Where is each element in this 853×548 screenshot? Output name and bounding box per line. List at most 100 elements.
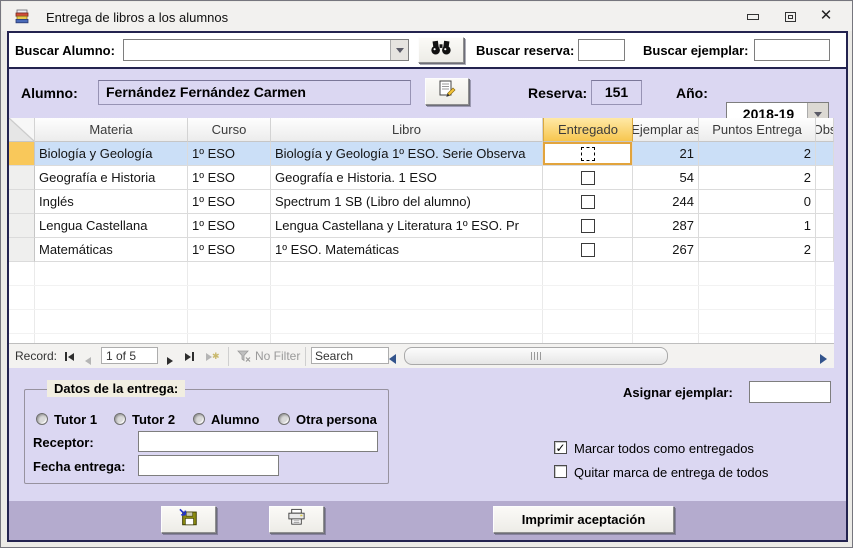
search-records-input[interactable] (311, 347, 389, 364)
table-row: Biología y Geología1º ESOBiología y Geol… (9, 142, 834, 166)
marcar-checkbox[interactable]: ✓ (554, 441, 567, 454)
entregado-checkbox[interactable] (581, 219, 595, 233)
cell-ejemplar-asignado[interactable]: 267 (633, 238, 699, 262)
cell-curso[interactable]: 1º ESO (188, 214, 271, 238)
restore-button[interactable] (776, 7, 804, 27)
frame-bottom (7, 540, 848, 542)
cell-observaciones[interactable] (816, 214, 834, 238)
asignar-ejemplar-input[interactable] (749, 381, 831, 403)
cell-puntos-entregados[interactable]: 2 (699, 166, 816, 190)
radio-tutor2[interactable] (114, 413, 126, 425)
cell-libro[interactable]: Spectrum 1 SB (Libro del alumno) (271, 190, 543, 214)
close-button[interactable]: ✕ (812, 5, 840, 25)
col-header-materia[interactable]: Materia (35, 118, 188, 142)
cell-curso[interactable]: 1º ESO (188, 238, 271, 262)
edit-document-icon (437, 80, 457, 103)
cell-puntos-entregados[interactable]: 0 (699, 190, 816, 214)
minimize-button[interactable] (739, 7, 767, 27)
restore-icon (785, 12, 796, 22)
cell-materia[interactable]: Biología y Geología (35, 142, 188, 166)
row-selector[interactable] (9, 142, 35, 166)
frame-right (846, 31, 848, 542)
window-title: Entrega de libros a los alumnos (46, 10, 228, 25)
col-header-entregado[interactable]: Entregado (543, 118, 633, 142)
cell-observaciones[interactable] (816, 166, 834, 190)
cell-entregado[interactable] (543, 142, 633, 166)
cell-libro[interactable]: Lengua Castellana y Literatura 1º ESO. P… (271, 214, 543, 238)
title-bar: Entrega de libros a los alumnos ✕ (2, 2, 853, 31)
cell-libro[interactable]: Biología y Geología 1º ESO. Serie Observ… (271, 142, 543, 166)
col-header-curso[interactable]: Curso (188, 118, 271, 142)
col-header-libro[interactable]: Libro (271, 118, 543, 142)
cell-materia[interactable]: Geografía e Historia (35, 166, 188, 190)
last-record-button[interactable] (185, 352, 194, 361)
cell-ejemplar-asignado[interactable]: 244 (633, 190, 699, 214)
entregado-checkbox[interactable] (581, 147, 595, 161)
nav-separator-2 (305, 347, 306, 366)
receptor-input[interactable] (138, 431, 378, 452)
print-button[interactable] (269, 506, 324, 533)
cell-puntos-entregados[interactable]: 2 (699, 238, 816, 262)
quitar-checkbox[interactable] (554, 465, 567, 478)
cell-entregado[interactable] (543, 238, 633, 262)
hscroll-thumb[interactable] (404, 347, 668, 365)
hscroll-right-arrow[interactable] (820, 351, 827, 369)
cell-ejemplar-asignado[interactable]: 21 (633, 142, 699, 166)
cell-curso[interactable]: 1º ESO (188, 142, 271, 166)
cell-puntos-entregados[interactable]: 1 (699, 214, 816, 238)
entregado-checkbox[interactable] (581, 171, 595, 185)
cell-observaciones[interactable] (816, 142, 834, 166)
cell-ejemplar-asignado[interactable]: 287 (633, 214, 699, 238)
cell-observaciones[interactable] (816, 190, 834, 214)
buscar-reserva-input[interactable] (578, 39, 625, 61)
cell-curso[interactable]: 1º ESO (188, 190, 271, 214)
cell-libro[interactable]: 1º ESO. Matemáticas (271, 238, 543, 262)
row-selector[interactable] (9, 214, 35, 238)
new-record-button[interactable]: ✱ (206, 352, 220, 361)
cell-puntos-entregados[interactable]: 2 (699, 142, 816, 166)
row-selector[interactable] (9, 238, 35, 262)
next-record-button[interactable] (167, 352, 173, 370)
record-label: Record: (15, 349, 57, 363)
cell-entregado[interactable] (543, 190, 633, 214)
fecha-entrega-input[interactable] (138, 455, 279, 476)
combo-dropdown-icon[interactable] (390, 40, 408, 60)
cell-materia[interactable]: Matemáticas (35, 238, 188, 262)
reserva-field[interactable]: 151 (591, 80, 642, 105)
previous-record-button[interactable] (85, 352, 91, 370)
buscar-alumno-value (124, 42, 128, 57)
cell-curso[interactable]: 1º ESO (188, 166, 271, 190)
cell-materia[interactable]: Inglés (35, 190, 188, 214)
imprimir-aceptacion-button[interactable]: Imprimir aceptación (493, 506, 674, 533)
first-record-button[interactable] (65, 352, 74, 361)
cell-entregado[interactable] (543, 166, 633, 190)
datasheet: Materia Curso Libro Entregado Ejemplar a… (9, 118, 834, 343)
col-header-obs[interactable]: Obs (816, 118, 834, 142)
cell-materia[interactable]: Lengua Castellana (35, 214, 188, 238)
cell-observaciones[interactable] (816, 238, 834, 262)
buscar-ejemplar-input[interactable] (754, 39, 830, 61)
row-selector[interactable] (9, 190, 35, 214)
cell-ejemplar-asignado[interactable]: 54 (633, 166, 699, 190)
radio-alumno[interactable] (193, 413, 205, 425)
row-selector[interactable] (9, 166, 35, 190)
radio-otra-persona[interactable] (278, 413, 290, 425)
printer-icon (286, 508, 307, 531)
col-header-ejemplar[interactable]: Ejemplar as (633, 118, 699, 142)
entregado-checkbox[interactable] (581, 243, 595, 257)
col-header-puntos[interactable]: Puntos Entrega (699, 118, 816, 142)
no-filter-label[interactable]: No Filter (255, 349, 300, 363)
alumno-name-field[interactable]: Fernández Fernández Carmen (98, 80, 411, 105)
edit-student-button[interactable] (425, 78, 469, 105)
radio-tutor1[interactable] (36, 413, 48, 425)
hscroll-left-arrow[interactable] (389, 351, 396, 369)
buscar-alumno-combo[interactable] (123, 39, 409, 61)
save-button[interactable] (161, 506, 216, 533)
search-button[interactable] (418, 37, 464, 63)
cell-entregado[interactable] (543, 214, 633, 238)
select-all-corner[interactable] (9, 118, 35, 142)
entregado-checkbox[interactable] (581, 195, 595, 209)
record-position-box[interactable]: 1 of 5 (101, 347, 158, 364)
cell-libro[interactable]: Geografía e Historia. 1 ESO (271, 166, 543, 190)
binoculars-icon (430, 40, 452, 60)
